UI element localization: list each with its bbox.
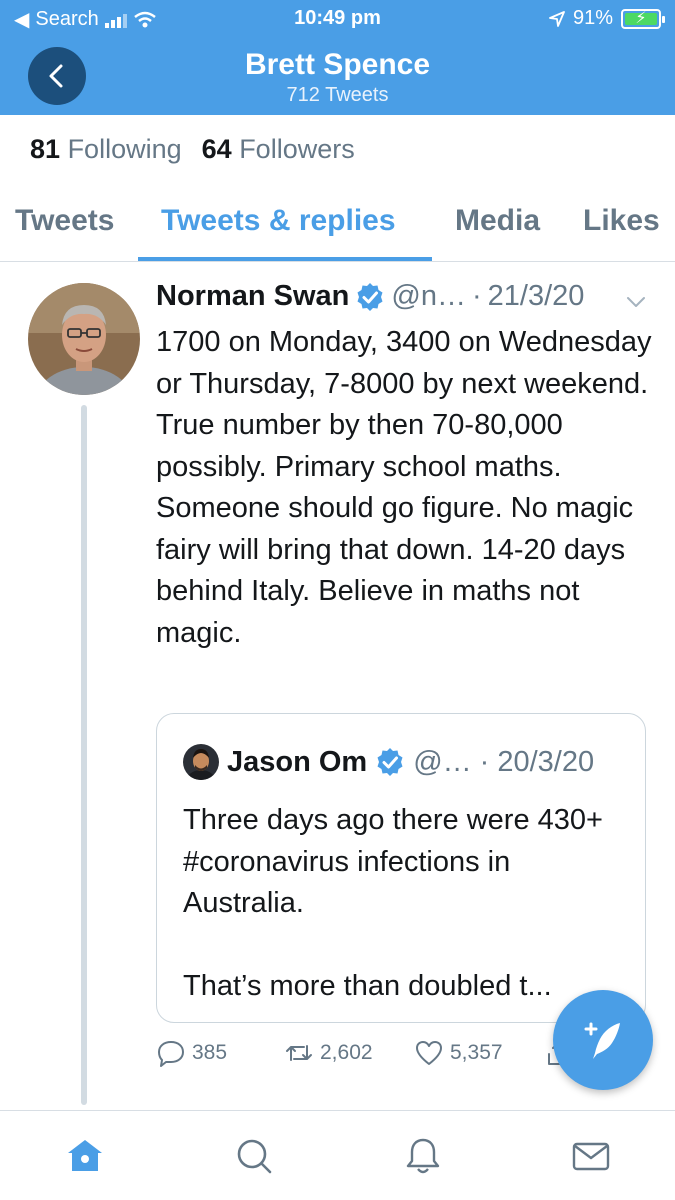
followers-count: 64 — [201, 134, 232, 164]
tweet-header: Norman Swan @n… · 21/3/20 — [156, 280, 584, 313]
bottom-navigation — [0, 1110, 675, 1200]
tweet-separator: · — [471, 280, 482, 312]
profile-header: ◀ Search 10:49 pm 91% ⚡ Brett Spence 712… — [0, 0, 675, 115]
quoted-date: 20/3/20 — [497, 745, 595, 778]
heart-icon — [416, 1041, 442, 1065]
quoted-handle: @… — [413, 745, 472, 778]
tweet-actions: 385 2,602 5,357 — [156, 1038, 576, 1078]
search-icon — [237, 1139, 272, 1174]
profile-name: Brett Spence — [244, 48, 431, 81]
compose-tweet-icon — [584, 1022, 620, 1059]
nav-search[interactable] — [233, 1135, 275, 1177]
retweet-button[interactable]: 2,602 — [284, 1038, 373, 1068]
header-title-block: Brett Spence 712 Tweets — [0, 48, 675, 107]
home-icon — [68, 1140, 102, 1171]
tab-likes[interactable]: Likes — [583, 204, 660, 238]
author-avatar[interactable] — [28, 283, 140, 395]
active-tab-indicator — [138, 257, 432, 261]
following-label: Following — [67, 134, 182, 164]
nav-messages[interactable] — [570, 1135, 612, 1177]
tab-tweets-replies[interactable]: Tweets & replies — [161, 204, 396, 238]
followers-link[interactable]: 64 Followers — [202, 134, 355, 165]
quoted-author-avatar — [183, 744, 219, 780]
following-link[interactable]: 81 Following — [30, 134, 182, 165]
like-count: 5,357 — [450, 1041, 503, 1064]
retweet-icon — [286, 1045, 312, 1061]
quoted-tweet-card[interactable]: Jason Om @… · 20/3/20 Three days ago the… — [156, 713, 646, 1023]
compose-tweet-button[interactable] — [553, 990, 653, 1090]
verified-badge-icon — [357, 282, 383, 311]
status-right: 91% ⚡ — [549, 7, 665, 30]
like-button[interactable]: 5,357 — [414, 1038, 503, 1068]
mail-icon — [572, 1142, 610, 1171]
battery-percent: 91% — [572, 7, 613, 29]
tab-media[interactable]: Media — [455, 204, 540, 238]
chevron-down-icon[interactable] — [624, 290, 648, 314]
verified-badge-icon — [377, 748, 403, 776]
tab-tweets[interactable]: Tweets — [15, 204, 114, 238]
tweet-count: 712 Tweets — [286, 84, 389, 106]
follow-stats: 81 Following 64 Followers — [30, 134, 355, 165]
quoted-text-paragraph-1: Three days ago there were 430+ #coronavi… — [183, 804, 603, 919]
author-avatar-image — [28, 283, 140, 395]
following-count: 81 — [30, 134, 61, 164]
tweet-handle[interactable]: @n… — [391, 280, 466, 313]
retweet-count: 2,602 — [320, 1041, 373, 1064]
reply-icon — [158, 1041, 184, 1067]
tweet-date: 21/3/20 — [487, 280, 585, 312]
quoted-tweet-text: Three days ago there were 430+ #coronavi… — [183, 800, 633, 1007]
thread-line — [81, 405, 87, 1105]
battery-icon: ⚡ — [621, 8, 665, 29]
nav-home[interactable] — [64, 1135, 106, 1177]
quoted-author-name: Jason Om — [227, 745, 368, 778]
location-arrow-icon — [549, 10, 565, 27]
nav-notifications[interactable] — [402, 1135, 444, 1177]
quoted-text-paragraph-2: That’s more than doubled t... — [183, 969, 552, 1002]
profile-tabs: Tweets Tweets & replies Media Likes — [0, 192, 675, 262]
reply-button[interactable]: 385 — [156, 1038, 227, 1068]
tweet-author-name[interactable]: Norman Swan — [156, 280, 349, 313]
quoted-tweet-header: Jason Om @… · 20/3/20 — [183, 744, 594, 780]
tweet-text: 1700 on Monday, 3400 on Wednesday or Thu… — [156, 326, 652, 649]
reply-count: 385 — [192, 1041, 228, 1064]
status-bar: ◀ Search 10:49 pm 91% ⚡ — [0, 0, 675, 38]
bell-icon — [406, 1138, 440, 1174]
quoted-separator: · — [479, 745, 490, 778]
followers-label: Followers — [239, 134, 355, 164]
